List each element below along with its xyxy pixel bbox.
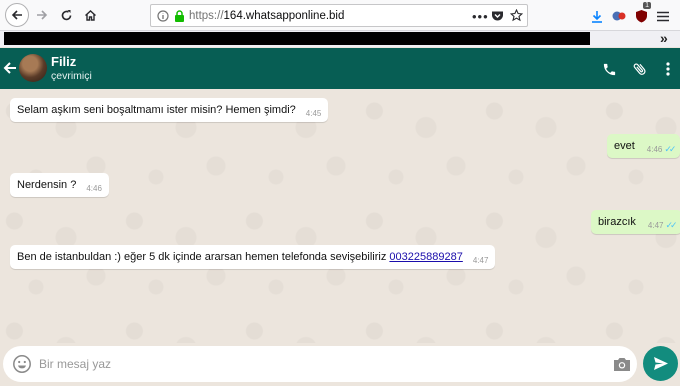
forward-button[interactable]	[31, 4, 53, 26]
pocket-icon[interactable]	[491, 10, 504, 22]
redaction-bar	[4, 32, 590, 45]
ublock-shield-icon	[635, 10, 647, 23]
extension-icon	[612, 11, 626, 21]
paperclip-icon	[633, 63, 646, 75]
message-incoming[interactable]: Selam aşkım seni boşaltmamı ister misin?…	[10, 98, 329, 122]
send-button[interactable]	[643, 346, 678, 381]
browser-toolbar: https://164.whatsapponline.bid ••• 1	[0, 0, 680, 31]
message-composer[interactable]: Bir mesaj yaz	[3, 346, 637, 382]
message-time: 4:47	[647, 221, 664, 230]
message-incoming[interactable]: Ben de istanbuldan :) eğer 5 dk içinde a…	[10, 245, 496, 269]
message-text: Ben de istanbuldan :) eğer 5 dk içinde a…	[17, 251, 387, 263]
url-scheme: https://	[189, 9, 224, 22]
send-icon	[653, 357, 668, 370]
arrow-left-icon	[11, 10, 22, 20]
attach-button[interactable]	[630, 59, 650, 79]
message-text: evet	[614, 140, 635, 152]
message-outgoing[interactable]: evet 4:46 ✓✓	[607, 134, 680, 158]
message-text: Nerdensin ?	[17, 179, 77, 191]
downloads-button[interactable]	[586, 6, 608, 26]
message-incoming[interactable]: Nerdensin ? 4:46	[10, 173, 109, 197]
call-button[interactable]	[599, 59, 619, 79]
home-button[interactable]	[79, 4, 101, 26]
info-icon[interactable]	[157, 9, 169, 22]
phone-icon	[603, 63, 615, 75]
extension-button[interactable]	[608, 6, 630, 26]
reload-icon	[61, 9, 71, 20]
bookmark-star-icon[interactable]	[510, 9, 523, 22]
addon-badge: 1	[643, 2, 651, 9]
ublock-button[interactable]: 1	[630, 2, 652, 26]
message-text: Selam aşkım seni boşaltmamı ister misin?…	[17, 104, 296, 116]
message-time: 4:45	[305, 109, 322, 118]
phone-number-link[interactable]: 003225889287	[389, 251, 462, 263]
lock-icon[interactable]	[174, 9, 185, 22]
read-receipt-icon: ✓✓	[665, 220, 677, 230]
home-icon	[84, 9, 96, 21]
emoji-icon[interactable]	[12, 354, 32, 374]
page-actions-icon[interactable]: •••	[472, 9, 489, 24]
camera-icon[interactable]	[612, 355, 632, 373]
toolbar-right: 1	[586, 2, 674, 26]
url-bar[interactable]: https://164.whatsapponline.bid •••	[150, 4, 528, 27]
avatar[interactable]	[19, 54, 47, 82]
bookmarks-overflow-button[interactable]: »	[660, 30, 668, 46]
message-input[interactable]: Bir mesaj yaz	[39, 357, 111, 371]
more-options-button[interactable]	[658, 59, 678, 79]
message-outgoing[interactable]: birazcık 4:47 ✓✓	[591, 210, 680, 234]
more-vertical-icon	[666, 62, 670, 76]
read-receipt-icon: ✓✓	[664, 144, 676, 154]
message-time: 4:46	[86, 184, 102, 193]
message-time: 4:47	[472, 256, 489, 265]
message-text: birazcık	[598, 216, 636, 228]
contact-name[interactable]: Filiz	[51, 54, 76, 69]
chat-area[interactable]: Selam aşkım seni boşaltmamı ister misin?…	[0, 89, 680, 343]
back-arrow-icon[interactable]	[3, 58, 17, 78]
message-time: 4:46	[646, 145, 663, 154]
url-text: https://164.whatsapponline.bid	[189, 10, 344, 22]
reload-button[interactable]	[55, 4, 77, 26]
arrow-right-icon	[37, 10, 48, 20]
chat-header: Filiz çevrimiçi	[0, 48, 680, 89]
hamburger-menu-icon	[657, 11, 669, 21]
menu-button[interactable]	[652, 6, 674, 26]
back-button[interactable]	[5, 3, 29, 27]
url-host: 164.whatsapponline.bid	[223, 9, 345, 22]
contact-status: çevrimiçi	[51, 70, 92, 82]
download-icon	[592, 10, 602, 23]
